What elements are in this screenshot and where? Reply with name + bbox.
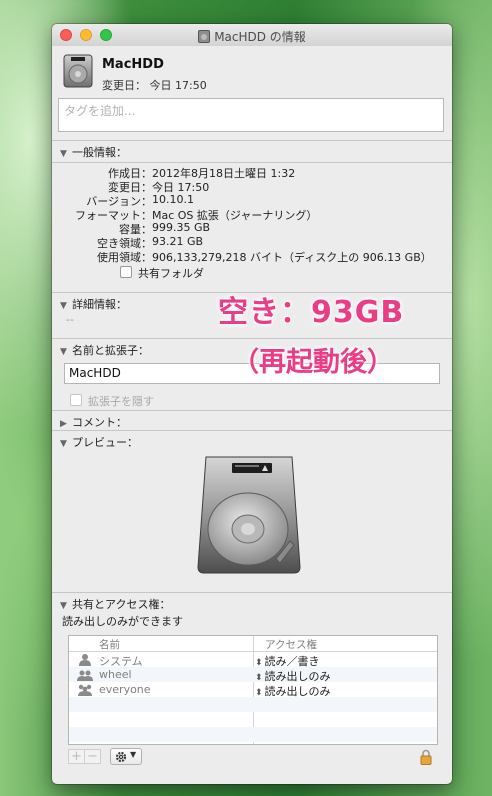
preview-heading[interactable]: ▼ プレビュー：	[60, 434, 138, 450]
comments-heading[interactable]: ▶ コメント：	[60, 414, 127, 430]
disclosure-open-icon[interactable]: ▼	[60, 347, 72, 357]
lock-icon[interactable]	[420, 749, 432, 765]
user-icon	[79, 654, 91, 666]
action-menu-button[interactable]: ▼	[110, 748, 142, 765]
disclosure-open-icon[interactable]: ▼	[60, 149, 72, 159]
used-label: 使用領域：	[97, 251, 152, 264]
annotation-after-reboot: （再起動後）	[232, 347, 394, 378]
comments-section: ▶ コメント：	[52, 410, 452, 431]
user-name: everyone	[99, 683, 151, 696]
info-row-modified: 変更日： 今日 17:50	[52, 179, 452, 194]
available-value: 93.21 GB	[152, 235, 204, 248]
info-window: MacHDD の情報 MacHDD 変更日： 今日 17:50 タグを追加...…	[52, 24, 452, 784]
shared-folder-label: 共有フォルダ	[138, 267, 204, 280]
modified-date: 変更日： 今日 17:50	[102, 79, 207, 92]
permission-note: 読み出しのみができます	[62, 615, 183, 628]
shared-folder-row[interactable]: 共有フォルダ	[52, 265, 452, 280]
details-value: --	[66, 313, 74, 326]
capacity-value: 999.35 GB	[152, 221, 211, 234]
hide-extension-row[interactable]: 拡張子を隠す	[70, 393, 154, 409]
info-row-created: 作成日： 2012年8月18日土曜日 1:32	[52, 165, 452, 180]
sharing-heading-label: 共有とアクセス権：	[72, 598, 171, 611]
window-title: MacHDD の情報	[52, 28, 452, 45]
info-row-available: 空き領域： 93.21 GB	[52, 235, 452, 250]
comments-heading-label: コメント：	[72, 416, 127, 429]
column-name-header[interactable]: 名前	[99, 637, 120, 652]
preview-heading-label: プレビュー：	[72, 436, 138, 449]
general-section: ▼ 一般情報： 作成日： 2012年8月18日土曜日 1:32 変更日： 今日 1…	[52, 140, 452, 293]
empty-row	[69, 727, 437, 742]
info-row-used: 使用領域： 906,133,279,218 バイト（ディスク上の 906.13 …	[52, 249, 452, 264]
empty-row	[69, 697, 437, 712]
disclosure-open-icon[interactable]: ▼	[60, 601, 72, 611]
everyone-icon	[78, 684, 92, 696]
preview-section: ▼ プレビュー：	[52, 430, 452, 593]
remove-user-button[interactable]: −	[84, 749, 101, 764]
window-title-text: MacHDD の情報	[214, 30, 306, 44]
used-value: 906,133,279,218 バイト（ディスク上の 906.13 GB）	[152, 251, 432, 264]
add-user-button[interactable]: +	[68, 749, 85, 764]
tags-input[interactable]: タグを追加...	[58, 98, 444, 132]
hard-drive-icon	[198, 30, 211, 43]
name-extension-heading[interactable]: ▼ 名前と拡張子：	[60, 342, 149, 358]
group-icon	[77, 670, 93, 681]
hide-extension-label: 拡張子を隠す	[88, 395, 154, 408]
disclosure-open-icon[interactable]: ▼	[60, 301, 72, 311]
permissions-table[interactable]: 名前 アクセス権 システム ⬍ 読み／書き wheel ⬍ 読み出しのみ eve…	[68, 635, 438, 745]
info-row-version: バージョン： 10.10.1	[52, 193, 452, 208]
disclosure-closed-icon[interactable]: ▶	[60, 419, 72, 429]
general-heading-label: 一般情報：	[72, 146, 127, 159]
table-row[interactable]: wheel ⬍ 読み出しのみ	[69, 667, 437, 683]
version-value: 10.10.1	[152, 193, 194, 206]
sharing-heading[interactable]: ▼ 共有とアクセス権：	[60, 596, 170, 612]
title-bar[interactable]: MacHDD の情報	[52, 24, 452, 47]
general-heading[interactable]: ▼ 一般情報：	[60, 144, 127, 160]
volume-name: MacHDD	[102, 57, 164, 72]
user-name: wheel	[99, 668, 132, 681]
table-row[interactable]: everyone ⬍ 読み出しのみ	[69, 682, 437, 698]
table-row[interactable]: システム ⬍ 読み／書き	[69, 652, 437, 668]
column-access-header[interactable]: アクセス権	[265, 637, 317, 652]
hide-extension-checkbox[interactable]	[70, 394, 82, 406]
info-row-format: フォーマット： Mac OS 拡張（ジャーナリング）	[52, 207, 452, 222]
gear-icon	[115, 751, 127, 763]
name-extension-heading-label: 名前と拡張子：	[72, 344, 149, 357]
hard-drive-icon	[63, 54, 93, 88]
details-heading[interactable]: ▼ 詳細情報：	[60, 296, 127, 312]
sharing-section: ▼ 共有とアクセス権： 読み出しのみができます 名前 アクセス権 システム ⬍ 読み…	[52, 592, 452, 784]
annotation-free-space: 空き：93GB	[218, 295, 405, 330]
shared-folder-checkbox[interactable]	[120, 266, 132, 278]
info-row-capacity: 容量： 999.35 GB	[52, 221, 452, 236]
disclosure-open-icon[interactable]: ▼	[60, 439, 72, 449]
chevron-down-icon: ▼	[130, 750, 137, 759]
details-heading-label: 詳細情報：	[72, 298, 127, 311]
hard-drive-preview-icon	[197, 456, 301, 574]
